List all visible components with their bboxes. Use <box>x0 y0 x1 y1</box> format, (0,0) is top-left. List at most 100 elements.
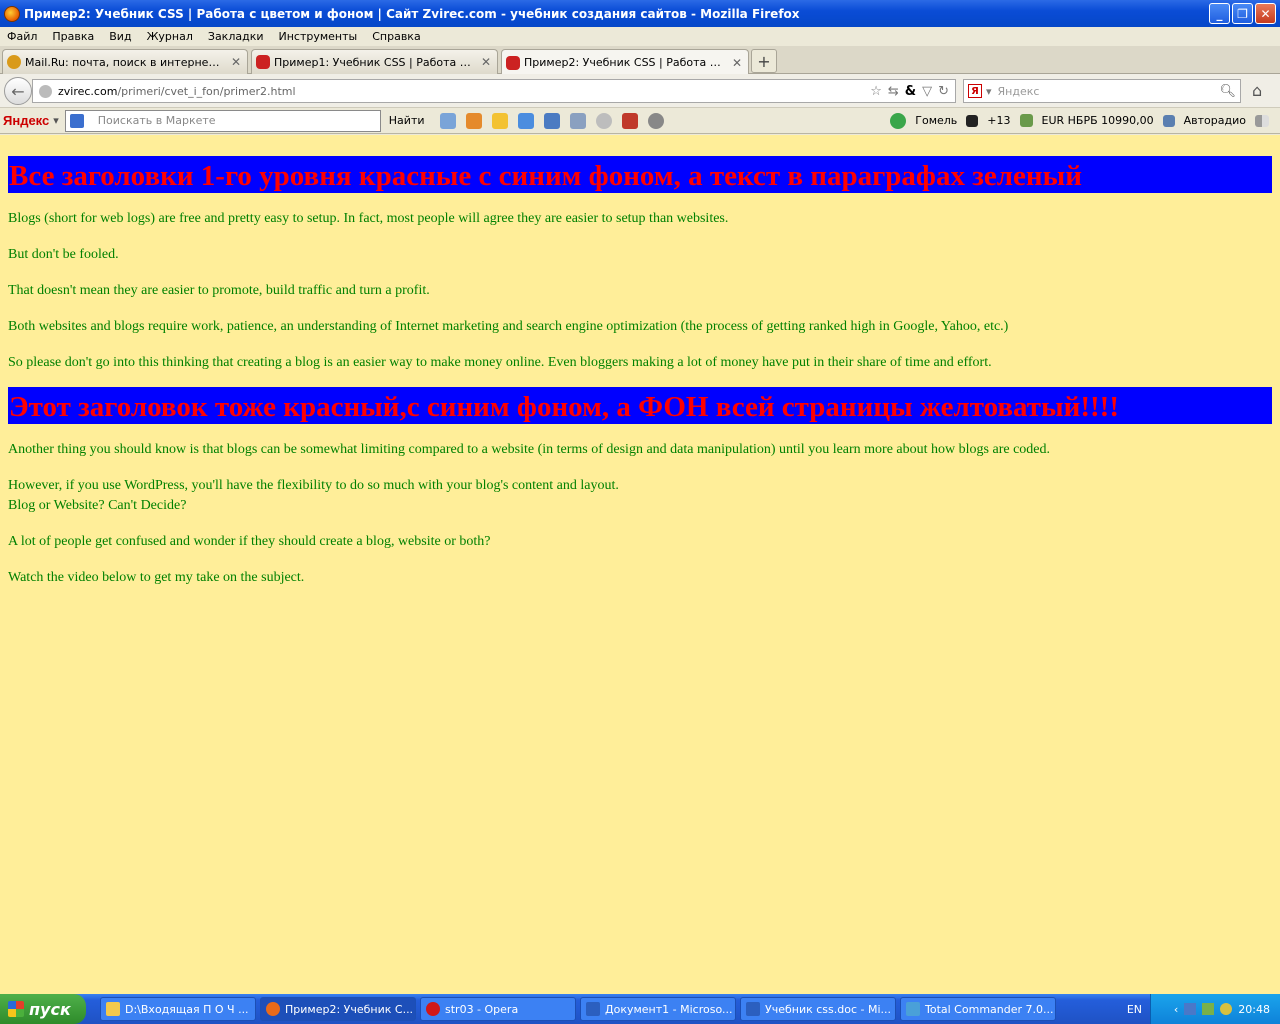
tab-primer2[interactable]: Пример2: Учебник CSS | Работа с цвет... … <box>501 49 749 75</box>
search-engine-dropdown-icon[interactable]: ▾ <box>986 85 992 98</box>
close-window-button[interactable]: ✕ <box>1255 3 1276 24</box>
apps-cube-icon[interactable] <box>621 112 638 129</box>
translate-icon[interactable]: ⇆ <box>888 84 899 99</box>
paragraph-4: Both websites and blogs require work, pa… <box>8 319 1009 334</box>
favorites-star-icon[interactable] <box>491 112 508 129</box>
language-indicator[interactable]: EN <box>1127 1003 1142 1016</box>
find-button[interactable]: Найти <box>389 114 425 127</box>
menu-bookmarks[interactable]: Закладки <box>201 30 272 43</box>
paragraph-9: Watch the video below to get my take on … <box>8 570 305 585</box>
paragraph-7-line-2: Blog or Website? Can't Decide? <box>8 498 187 513</box>
clock[interactable]: 20:48 <box>1238 1003 1270 1016</box>
search-box[interactable]: Я ▾ Яндекс 🔍︎ <box>963 79 1241 103</box>
paragraph-3: That doesn't mean they are easier to pro… <box>8 283 430 298</box>
tab-close-icon[interactable]: ✕ <box>481 55 491 69</box>
taskbar-item-label: Документ1 - Microso... <box>605 1002 733 1016</box>
windows-flag-icon <box>8 1001 24 1017</box>
taskbar-item-folder[interactable]: D:\Входящая П О Ч ... <box>100 997 256 1021</box>
taskbar-item-firefox[interactable]: Пример2: Учебник С... <box>260 997 416 1021</box>
mailru-favicon-icon <box>7 55 21 69</box>
translate-toolbar-icon[interactable] <box>543 112 560 129</box>
tab-primer1[interactable]: Пример1: Учебник CSS | Работа с цвет... … <box>251 49 498 74</box>
url-host: zvirec.com <box>58 84 118 98</box>
radio-label[interactable]: Авторадио <box>1184 114 1246 127</box>
globe-icon <box>39 84 52 98</box>
bag-icon[interactable] <box>465 112 482 129</box>
spellcheck-icon[interactable] <box>517 112 534 129</box>
paragraph-7-line-1: However, if you use WordPress, you'll ha… <box>8 478 619 493</box>
bookmark-star-icon[interactable]: ☆ <box>870 84 882 99</box>
yandex-logo[interactable]: Яндекс <box>3 113 49 128</box>
menu-help[interactable]: Справка <box>365 30 428 43</box>
new-tab-button[interactable]: + <box>751 49 777 73</box>
tab-close-icon[interactable]: ✕ <box>231 55 241 69</box>
taskbar-item-opera[interactable]: str03 - Opera <box>420 997 576 1021</box>
tray-app-icon[interactable] <box>1202 1003 1215 1015</box>
currency-label[interactable]: EUR НБРБ 10990,00 <box>1042 114 1154 127</box>
speaker-muted-icon[interactable] <box>1162 114 1175 127</box>
start-label: пуск <box>29 999 71 1019</box>
restore-button[interactable]: ❐ <box>1232 3 1253 24</box>
tab-mailru[interactable]: Mail.Ru: почта, поиск в интернете, но...… <box>2 49 248 74</box>
tray-app2-icon[interactable] <box>1220 1003 1233 1015</box>
tab-close-icon[interactable]: ✕ <box>732 56 742 70</box>
weather-icon <box>966 114 979 127</box>
yandex-logo-dropdown-icon[interactable]: ▾ <box>53 114 59 127</box>
key-icon[interactable] <box>890 112 907 129</box>
currency-chart-icon <box>1019 114 1033 127</box>
ampersand-icon[interactable]: & <box>905 84 916 99</box>
taskbar-item-total-commander[interactable]: Total Commander 7.0... <box>900 997 1056 1021</box>
tab-strip: Mail.Ru: почта, поиск в интернете, но...… <box>0 46 1280 75</box>
opera-icon <box>426 1002 440 1016</box>
magnifier-icon[interactable]: 🔍︎ <box>1219 84 1236 99</box>
reload-icon[interactable]: ↻ <box>938 84 949 99</box>
market-search-input[interactable]: Поискать в Маркете <box>64 109 381 132</box>
taskbar-item-label: Total Commander 7.0... <box>925 1002 1054 1016</box>
temperature-label[interactable]: +13 <box>987 114 1010 127</box>
heading-first: Все заголовки 1-го уровня красные с сини… <box>8 156 1272 193</box>
chat-bubble-icon[interactable] <box>595 112 612 129</box>
menu-bar: Файл Правка Вид Журнал Закладки Инструме… <box>0 27 1280 46</box>
url-path: /primeri/cvet_i_fon/primer2.html <box>117 84 296 98</box>
total-commander-icon <box>906 1002 920 1016</box>
taskbar-item-label: str03 - Opera <box>445 1002 519 1016</box>
city-label[interactable]: Гомель <box>915 114 957 127</box>
paragraph-6: Another thing you should know is that bl… <box>8 442 1051 457</box>
firefox-icon <box>4 5 20 22</box>
taskbar-item-label: Пример2: Учебник С... <box>285 1002 414 1016</box>
search-placeholder: Яндекс <box>997 84 1040 98</box>
yandex-search-icon[interactable]: Я <box>968 84 982 98</box>
menu-history[interactable]: Журнал <box>140 30 201 43</box>
settings-gear-icon[interactable] <box>647 112 664 129</box>
market-search-placeholder: Поискать в Маркете <box>97 114 216 127</box>
paragraph-5: So please don't go into this thinking th… <box>8 355 992 370</box>
address-bar[interactable]: zvirec.com /primeri/cvet_i_fon/primer2.h… <box>32 79 956 103</box>
taskbar-item-word-doc1[interactable]: Документ1 - Microso... <box>580 997 736 1021</box>
yandex-toolbar: Яндекс ▾ Поискать в Маркете Найти Гомель… <box>0 108 1280 134</box>
navigation-bar: ← zvirec.com /primeri/cvet_i_fon/primer2… <box>0 74 1280 108</box>
menu-edit[interactable]: Правка <box>45 30 102 43</box>
tab-label: Mail.Ru: почта, поиск в интернете, но... <box>25 55 225 69</box>
dropdown-arrow-icon[interactable]: ▽ <box>922 84 932 99</box>
start-button[interactable]: пуск <box>0 994 86 1024</box>
window-title-bar: Пример2: Учебник CSS | Работа с цветом и… <box>0 0 1280 27</box>
menu-file[interactable]: Файл <box>0 30 45 43</box>
zvirec-favicon-icon <box>256 55 270 69</box>
dictionary-icon[interactable] <box>569 112 586 129</box>
back-button[interactable]: ← <box>4 77 32 105</box>
minimize-button[interactable]: _ <box>1209 3 1230 24</box>
home-icon[interactable]: ⌂ <box>1252 81 1272 101</box>
back-arrow-icon: ← <box>11 81 25 101</box>
tab-label: Пример1: Учебник CSS | Работа с цвет... <box>274 55 475 69</box>
mail-icon[interactable] <box>439 112 456 129</box>
paragraph-2: But don't be fooled. <box>8 247 119 262</box>
word-icon <box>586 1002 600 1016</box>
zvirec-favicon-icon <box>506 55 520 70</box>
menu-tools[interactable]: Инструменты <box>272 30 366 43</box>
tab-label: Пример2: Учебник CSS | Работа с цвет... <box>524 56 726 69</box>
menu-view[interactable]: Вид <box>102 30 139 43</box>
taskbar-item-word-css[interactable]: Учебник css.doc - Mi... <box>740 997 896 1021</box>
network-icon[interactable] <box>1184 1003 1197 1015</box>
tray-expand-icon[interactable]: ‹ <box>1174 1003 1178 1016</box>
signal-bars-icon <box>1255 114 1269 127</box>
